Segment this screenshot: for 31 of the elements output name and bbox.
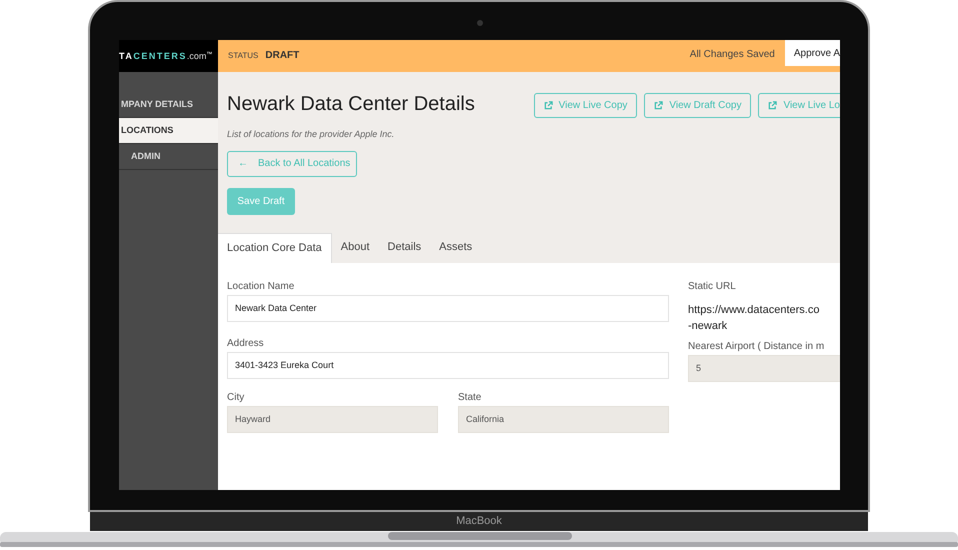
input-field[interactable]: California — [458, 406, 669, 432]
status-value: DRAFT — [265, 49, 300, 63]
device-label: MacBook — [456, 514, 502, 530]
field-label: Address — [227, 338, 265, 350]
input-field[interactable]: Hayward — [227, 406, 438, 432]
camera-icon — [477, 20, 483, 26]
external-link-icon — [544, 101, 553, 110]
tab[interactable]: Details — [378, 232, 430, 262]
field-label: State — [458, 392, 482, 404]
external-link-icon — [768, 101, 778, 110]
page-title: Newark Data Center Details — [227, 92, 476, 116]
tab[interactable]: Location Core Data — [218, 232, 332, 262]
url-text: https://www.datacenters.co — [688, 302, 820, 318]
url-text: -newark — [688, 318, 728, 334]
external-link-icon — [654, 101, 664, 110]
input-field[interactable]: Newark Data Center — [227, 294, 669, 322]
sidebar-item[interactable]: LOCATIONS — [119, 118, 218, 144]
subtitle: List of locations for the provider Apple Inc. — [227, 128, 396, 141]
field-label: Static URL — [688, 280, 737, 292]
save-status: All Changes Saved — [690, 48, 775, 62]
status-label: STATUS — [228, 50, 258, 62]
input-field[interactable]: 5 — [688, 354, 840, 382]
sidebar-item[interactable]: ADMIN — [119, 144, 218, 170]
logo: TA CENTERS.com$^{™}$ — [119, 52, 212, 60]
field-label: City — [227, 392, 246, 404]
field-label: Nearest Airport ( Distance in m — [688, 340, 826, 352]
field-label: Location Name — [227, 280, 296, 292]
tab[interactable]: About — [332, 232, 379, 262]
input-field[interactable]: 3401-3423 Eureka Court — [227, 352, 669, 378]
approve-button[interactable]: Approve A — [784, 40, 840, 66]
tab[interactable]: Assets — [430, 232, 482, 262]
